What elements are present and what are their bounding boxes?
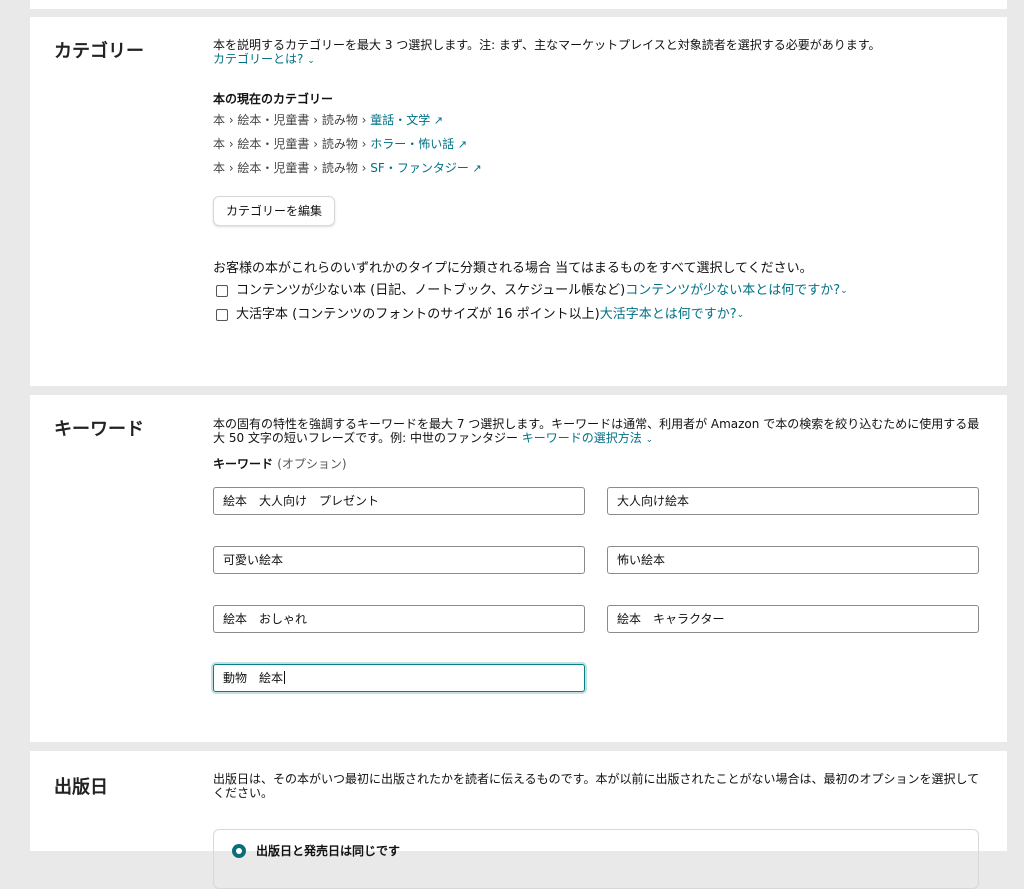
keywords-field-label: キーワード (オプション) [213,457,347,471]
checkbox-help-link[interactable]: 大活字本とは何ですか? [600,303,737,327]
checkbox-help-link[interactable]: コンテンツが少ない本とは何ですか? [625,279,840,303]
keyword-input-2[interactable]: 大人向け絵本 [607,487,979,515]
category-leaf-link[interactable]: SF・ファンタジー [370,161,469,175]
keywords-description: 本の固有の特性を強調するキーワードを最大 7 つ選択します。キーワードは通常、利… [213,417,980,445]
checkbox[interactable] [216,309,228,321]
book-type-option: 大活字本 (コンテンツのフォントのサイズが 16 ポイント以上) 大活字本とは何… [213,303,983,327]
book-type-option: コンテンツが少ない本 (日記、ノートブック、スケジュール帳など) コンテンツが少… [213,279,983,303]
category-item: 本 › 絵本・児童書 › 読み物 › SF・ファンタジー ↗ [213,156,983,180]
checkbox-label: 大活字本 (コンテンツのフォントのサイズが 16 ポイント以上) [236,307,600,322]
checkbox[interactable] [216,285,228,297]
previous-section-panel [30,0,1007,9]
checkbox-label: コンテンツが少ない本 (日記、ノートブック、スケジュール帳など) [236,283,626,298]
edit-categories-button[interactable]: カテゴリーを編集 [213,196,336,226]
publication-date-option-1[interactable]: 出版日と発売日は同じです [213,829,979,889]
keyword-input-5[interactable]: 絵本 おしゃれ [213,605,585,633]
chevron-down-icon: ⌄ [840,286,848,296]
keyword-input-6[interactable]: 絵本 キャラクター [607,605,979,633]
publication-date-description: 出版日は、その本がいつ最初に出版されたかを読者に伝えるものです。本が以前に出版さ… [213,772,980,800]
category-description: 本を説明するカテゴリーを最大 3 つ選択します。注: まず、主なマーケットプレイ… [213,38,881,66]
book-type-checkboxes: コンテンツが少ない本 (日記、ノートブック、スケジュール帳など) コンテンツが少… [213,279,983,327]
keyword-input-1[interactable]: 絵本 大人向け プレゼント [213,487,585,515]
category-path: 本 › 絵本・児童書 › 読み物 › [213,113,371,127]
text-cursor [284,671,286,684]
category-path: 本 › 絵本・児童書 › 読み物 › [213,161,371,175]
external-link-icon: ↗ [454,138,468,151]
publication-date-section: 出版日 出版日は、その本がいつ最初に出版されたかを読者に伝えるものです。本が以前… [30,751,1007,889]
publication-date-title: 出版日 [54,777,108,798]
category-path: 本 › 絵本・児童書 › 読み物 › [213,137,371,151]
keywords-section: キーワード 本の固有の特性を強調するキーワードを最大 7 つ選択します。キーワー… [30,395,1007,742]
category-leaf-link[interactable]: 童話・文学 [370,113,430,127]
category-section: カテゴリー 本を説明するカテゴリーを最大 3 つ選択します。注: まず、主なマー… [30,17,1007,386]
category-section-title: カテゴリー [54,41,144,62]
current-categories-title: 本の現在のカテゴリー [213,92,334,106]
keywords-help-link[interactable]: キーワードの選択方法 ⌄ [522,431,653,445]
chevron-down-icon: ⌄ [736,310,745,320]
kdp-details-page: カテゴリー 本を説明するカテゴリーを最大 3 つ選択します。注: まず、主なマー… [0,0,1024,889]
book-type-question: お客様の本がこれらのいずれかのタイプに分類される場合 当てはまるものをすべて選択… [213,261,813,276]
category-item: 本 › 絵本・児童書 › 読み物 › 童話・文学 ↗ [213,108,983,132]
keyword-input-3[interactable]: 可愛い絵本 [213,546,585,574]
category-list: 本 › 絵本・児童書 › 読み物 › 童話・文学 ↗ 本 › 絵本・児童書 › 読… [213,108,983,180]
keywords-section-title: キーワード [54,419,144,440]
external-link-icon: ↗ [468,162,482,175]
chevron-down-icon: ⌄ [307,56,315,66]
external-link-icon: ↗ [430,114,444,127]
chevron-down-icon: ⌄ [645,435,654,445]
keyword-input-4[interactable]: 怖い絵本 [607,546,979,574]
radio-selected-icon[interactable] [232,844,246,858]
category-help-link[interactable]: カテゴリーとは? ⌄ [213,52,315,66]
category-item: 本 › 絵本・児童書 › 読み物 › ホラー・怖い話 ↗ [213,132,983,156]
keyword-input-7[interactable]: 動物 絵本 [213,664,585,692]
category-leaf-link[interactable]: ホラー・怖い話 [370,137,454,151]
